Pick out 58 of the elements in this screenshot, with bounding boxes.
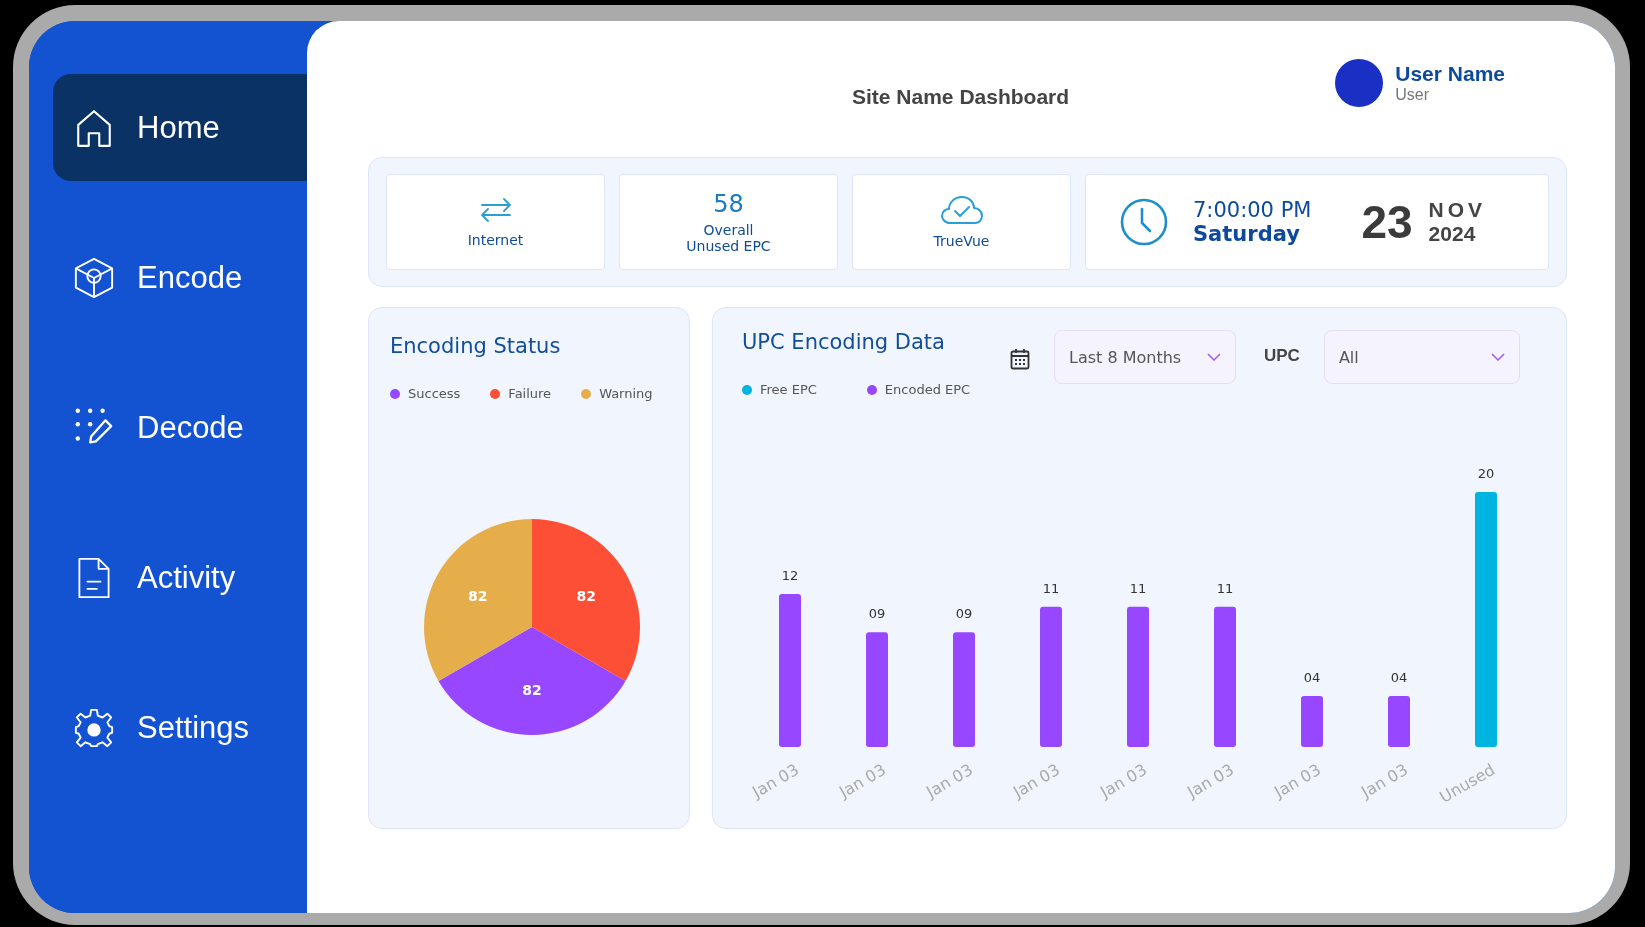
legend-label: Free EPC	[760, 382, 817, 397]
stat-value: 58	[713, 190, 744, 218]
clock-icon	[1119, 197, 1169, 247]
bar-value: 20	[1477, 466, 1495, 481]
sidebar-item[interactable]: Activity	[53, 524, 307, 631]
avatar	[1335, 59, 1384, 107]
time-text: 7:00:00 PM	[1193, 198, 1312, 222]
panel-title: UPC Encoding Data	[742, 330, 946, 354]
stat-label: TrueVue	[933, 233, 990, 249]
bar-value: 12	[781, 568, 799, 583]
axis-label: Jan 03	[836, 760, 889, 802]
legend-label: Success	[408, 386, 461, 401]
chevron-down-icon	[1207, 353, 1221, 361]
bar-value: 11	[1042, 580, 1060, 596]
swap-arrows-icon	[478, 196, 513, 224]
legend-label: Failure	[508, 386, 552, 401]
sidebar-item[interactable]: Settings	[53, 674, 307, 781]
slice-value: 82	[576, 587, 596, 604]
date-day: 23	[1361, 195, 1413, 249]
settings-icon	[73, 706, 115, 749]
cloud-check-icon	[939, 195, 984, 225]
sidebar-item[interactable]: Encode	[53, 224, 307, 331]
calendar-icon	[1010, 348, 1030, 370]
axis-label: Jan 03	[1184, 760, 1237, 802]
bar-value: 04	[1303, 670, 1321, 685]
bar	[1388, 696, 1410, 747]
bar	[1301, 696, 1323, 747]
upc-label: UPC	[1264, 346, 1300, 366]
bar-value: 11	[1216, 580, 1234, 596]
stat-label: Overall Unused EPC	[685, 222, 772, 254]
legend-label: Warning	[599, 386, 653, 401]
sidebar-item[interactable]: Decode	[53, 374, 307, 481]
slice-value: 82	[468, 587, 488, 604]
axis-label: Jan 03	[749, 760, 802, 802]
bar-value: 09	[868, 606, 886, 622]
panel-title: Encoding Status	[390, 334, 562, 358]
axis-label: Jan 03	[1358, 760, 1411, 802]
slice-value: 82	[522, 681, 542, 698]
bar-value: 04	[1390, 670, 1408, 685]
upc-dropdown[interactable]: All	[1323, 330, 1520, 384]
user-name: User Name	[1395, 62, 1505, 86]
date-year: 2024	[1428, 222, 1477, 246]
axis-label: Jan 03	[923, 760, 976, 802]
axis-label: Jan 03	[1271, 760, 1324, 802]
sidebar-item[interactable]: Home	[53, 74, 307, 181]
stat-label: Internet	[467, 232, 524, 248]
axis-label: Jan 03	[1097, 760, 1150, 802]
date-month: NOV	[1428, 198, 1487, 222]
cube-icon	[73, 256, 115, 299]
day-text: Saturday	[1193, 222, 1301, 246]
range-dropdown[interactable]: Last 8 Months	[1054, 330, 1236, 384]
user-role: User	[1395, 86, 1431, 104]
chevron-down-icon	[1490, 353, 1505, 361]
axis-label: Jan 03	[1010, 760, 1063, 802]
legend-label: Encoded EPC	[884, 382, 971, 397]
bar-value: 11	[1129, 580, 1147, 596]
page-title: Site Name Dashboard	[852, 85, 1070, 109]
bar-value: 09	[955, 606, 973, 622]
